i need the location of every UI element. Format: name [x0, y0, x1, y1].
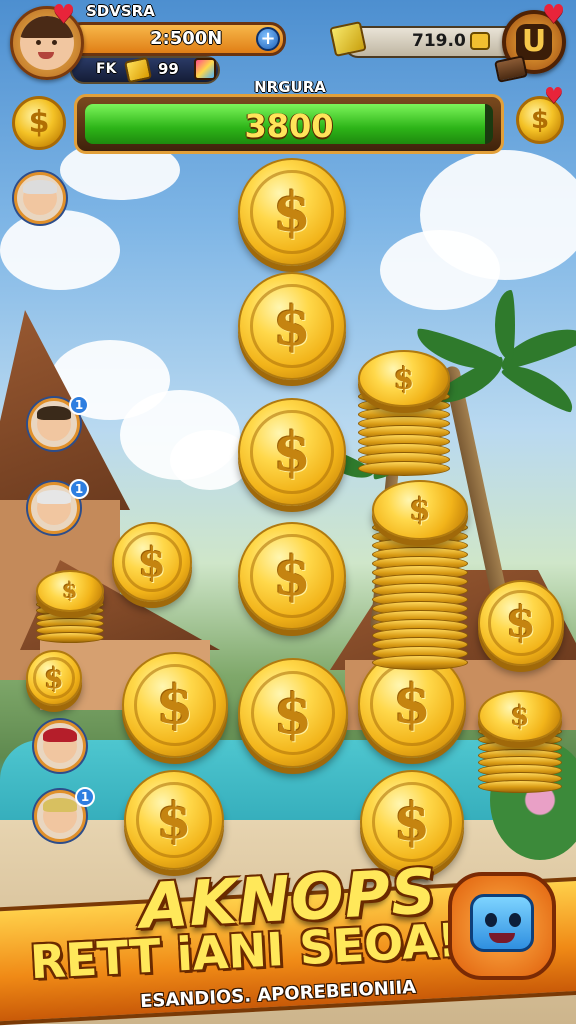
gold-coin[interactable]: $ — [238, 272, 346, 380]
dollar-icon: $ — [480, 582, 562, 664]
chest-icon[interactable] — [494, 55, 528, 83]
player-tag: FK — [96, 61, 116, 77]
dollar-icon: $ — [28, 652, 80, 704]
gold-coin[interactable]: $ — [238, 522, 346, 630]
progress-bar: 3800 — [74, 94, 504, 154]
heart-icon: ♥ — [52, 2, 75, 28]
currency-panel: 719.0 U ♥ — [320, 0, 576, 90]
add-coins-button[interactable]: + — [256, 27, 280, 51]
gift-icon[interactable] — [194, 58, 216, 80]
coin-stack[interactable]: $ — [36, 570, 104, 650]
coin-disc — [478, 780, 562, 793]
coin-disc — [36, 632, 104, 643]
gold-coin: $ — [358, 350, 450, 407]
dollar-icon: $ — [240, 660, 346, 766]
player-gem-count: 99 — [158, 60, 179, 78]
coin-stack[interactable]: $ — [478, 690, 562, 803]
gold-coin[interactable]: $ — [238, 658, 348, 768]
mascot-icon[interactable] — [448, 872, 556, 980]
gold-coin: $ — [36, 570, 104, 612]
wallet-icon[interactable] — [470, 32, 490, 50]
player-coin-count: 2:500N — [150, 28, 222, 49]
dollar-icon: $ — [114, 524, 190, 600]
gold-coin[interactable]: $ — [124, 770, 224, 870]
coin-stack[interactable]: $ — [358, 350, 450, 486]
dollar-icon: $ — [480, 692, 560, 740]
dollar-icon: $ — [124, 654, 226, 756]
coin-disc — [358, 461, 450, 476]
gold-coin[interactable]: $ — [238, 398, 346, 506]
dollar-icon: $ — [240, 524, 344, 628]
coin-disc — [372, 655, 468, 670]
dollar-icon: $ — [126, 772, 222, 868]
heart-icon: ♥ — [544, 86, 564, 108]
gold-coin[interactable]: $ — [122, 652, 228, 758]
player-name: SDVSRA — [86, 2, 155, 20]
gold-coin[interactable]: $ — [112, 522, 192, 602]
gold-coin: $ — [372, 480, 468, 540]
dollar-icon: $ — [360, 352, 448, 405]
progress-value: 3800 — [77, 107, 501, 145]
heart-icon: ♥ — [542, 2, 565, 28]
dollar-icon: $ — [240, 160, 344, 264]
coin-icon[interactable]: $ — [12, 96, 66, 150]
promo-banner[interactable]: AKNOPS RETT iANI SEOA! ESANDIOS. APOREBE… — [0, 862, 576, 1012]
dollar-icon: $ — [38, 572, 102, 610]
gold-coin[interactable]: $ — [238, 158, 346, 266]
coin-stack[interactable]: $ — [372, 480, 468, 682]
gold-coin[interactable]: $ — [478, 580, 564, 666]
player-panel: SDVSRA 2:500N + FK 99 ♥ — [0, 0, 300, 90]
dollar-icon: $ — [374, 482, 466, 538]
dollar-icon: $ — [240, 400, 344, 504]
gold-coin: $ — [478, 690, 562, 742]
gold-coin[interactable]: $ — [26, 650, 82, 706]
currency-amount: 719.0 — [412, 31, 466, 51]
dollar-icon: $ — [240, 274, 344, 378]
